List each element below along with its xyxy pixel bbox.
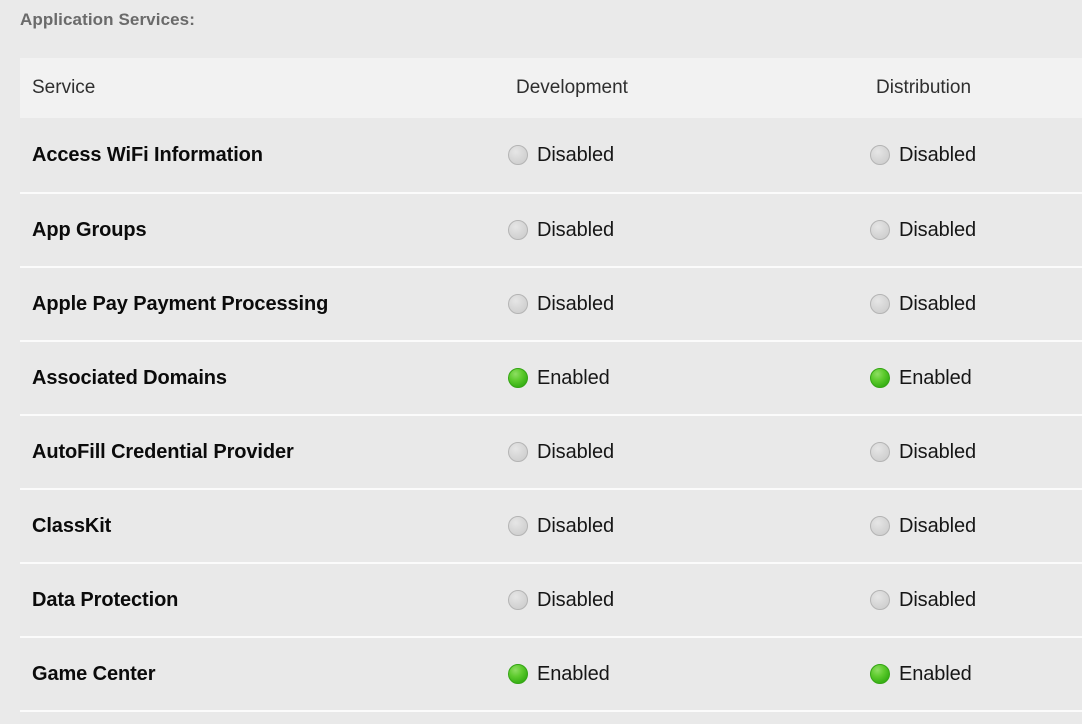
status-badge: Enabled [508, 663, 610, 686]
service-name-cell: ClassKit [32, 515, 111, 538]
service-name-label: Game Center [32, 663, 155, 686]
status-label: Enabled [537, 367, 610, 390]
service-name-label: Apple Pay Payment Processing [32, 293, 328, 316]
status-badge: Disabled [870, 293, 976, 316]
status-badge: Disabled [870, 441, 976, 464]
status-disabled-icon [870, 516, 890, 536]
status-badge: Enabled [870, 663, 972, 686]
status-label: Disabled [899, 441, 976, 464]
service-name-label: Access WiFi Information [32, 144, 263, 167]
status-badge: Enabled [508, 367, 610, 390]
service-name-cell: Associated Domains [32, 367, 227, 390]
status-label: Enabled [899, 663, 972, 686]
development-status-cell: Disabled [508, 589, 614, 612]
page-title: Application Services: [20, 10, 195, 30]
status-enabled-icon [870, 368, 890, 388]
status-disabled-icon [508, 220, 528, 240]
development-status-cell: Disabled [508, 144, 614, 167]
table-row[interactable]: Game Center Enabled Enabled [20, 636, 1082, 710]
development-status-cell: Enabled [508, 367, 610, 390]
table-body: Access WiFi InformationDisabledDisabledA… [20, 118, 1082, 710]
service-name-label: App Groups [32, 219, 147, 242]
table-row[interactable]: App Groups Disabled Disabled [20, 192, 1082, 266]
status-label: Disabled [537, 144, 614, 167]
distribution-status-cell: Disabled [870, 293, 976, 316]
status-badge: Disabled [508, 144, 614, 167]
distribution-status-cell: Disabled [870, 144, 976, 167]
table-row[interactable]: ClassKit Disabled Disabled [20, 488, 1082, 562]
status-disabled-icon [870, 220, 890, 240]
table-row[interactable]: AutoFill Credential Provider Disabled Disa… [20, 414, 1082, 488]
status-badge: Disabled [870, 144, 976, 167]
table-row[interactable]: Access WiFi Information Disabled Disabled [20, 118, 1082, 192]
column-header-service-label: Service [32, 77, 95, 99]
service-name-cell: AutoFill Credential Provider [32, 441, 294, 464]
status-disabled-icon [870, 590, 890, 610]
status-badge: Disabled [508, 515, 614, 538]
status-disabled-icon [508, 516, 528, 536]
column-header-service: Service [32, 77, 95, 99]
status-label: Disabled [537, 589, 614, 612]
development-status-cell: Enabled [508, 663, 610, 686]
table-row[interactable]: Apple Pay Payment Processing Disabled Disa… [20, 266, 1082, 340]
status-badge: Disabled [508, 293, 614, 316]
column-header-distribution-label: Distribution [876, 77, 971, 99]
development-status-cell: Disabled [508, 293, 614, 316]
development-status-cell: Disabled [508, 515, 614, 538]
status-badge: Disabled [870, 589, 976, 612]
service-name-label: Data Protection [32, 589, 178, 612]
status-badge: Disabled [508, 219, 614, 242]
status-disabled-icon [508, 442, 528, 462]
status-label: Disabled [537, 293, 614, 316]
status-label: Disabled [537, 515, 614, 538]
status-label: Disabled [899, 219, 976, 242]
status-label: Disabled [899, 589, 976, 612]
column-header-distribution: Distribution [876, 77, 971, 99]
status-badge: Disabled [870, 219, 976, 242]
service-name-label: AutoFill Credential Provider [32, 441, 294, 464]
status-disabled-icon [870, 294, 890, 314]
service-name-cell: Access WiFi Information [32, 144, 263, 167]
status-badge: Enabled [870, 367, 972, 390]
distribution-status-cell: Disabled [870, 589, 976, 612]
status-label: Enabled [899, 367, 972, 390]
status-label: Disabled [537, 441, 614, 464]
table-row[interactable]: Associated Domains Enabled Enabled [20, 340, 1082, 414]
service-name-label: Associated Domains [32, 367, 227, 390]
status-badge: Disabled [870, 515, 976, 538]
status-badge: Disabled [508, 441, 614, 464]
distribution-status-cell: Enabled [870, 367, 972, 390]
status-disabled-icon [870, 145, 890, 165]
status-label: Disabled [899, 515, 976, 538]
status-label: Enabled [537, 663, 610, 686]
distribution-status-cell: Disabled [870, 219, 976, 242]
status-enabled-icon [870, 664, 890, 684]
service-name-label: ClassKit [32, 515, 111, 538]
status-disabled-icon [508, 145, 528, 165]
status-disabled-icon [508, 590, 528, 610]
table-row[interactable]: Data Protection Disabled Disabled [20, 562, 1082, 636]
status-label: Disabled [899, 293, 976, 316]
distribution-status-cell: Disabled [870, 515, 976, 538]
column-header-development-label: Development [516, 77, 628, 99]
table-row-partial [20, 710, 1082, 724]
status-enabled-icon [508, 664, 528, 684]
distribution-status-cell: Enabled [870, 663, 972, 686]
development-status-cell: Disabled [508, 219, 614, 242]
status-disabled-icon [870, 442, 890, 462]
status-label: Disabled [899, 144, 976, 167]
status-enabled-icon [508, 368, 528, 388]
service-name-cell: App Groups [32, 219, 147, 242]
development-status-cell: Disabled [508, 441, 614, 464]
column-header-development: Development [516, 77, 628, 99]
service-name-cell: Game Center [32, 663, 155, 686]
service-name-cell: Apple Pay Payment Processing [32, 293, 328, 316]
table-header-row: Service Development Distribution [20, 58, 1082, 118]
status-badge: Disabled [508, 589, 614, 612]
service-name-cell: Data Protection [32, 589, 178, 612]
status-label: Disabled [537, 219, 614, 242]
status-disabled-icon [508, 294, 528, 314]
distribution-status-cell: Disabled [870, 441, 976, 464]
application-services-table: Service Development Distribution Access … [20, 58, 1082, 724]
